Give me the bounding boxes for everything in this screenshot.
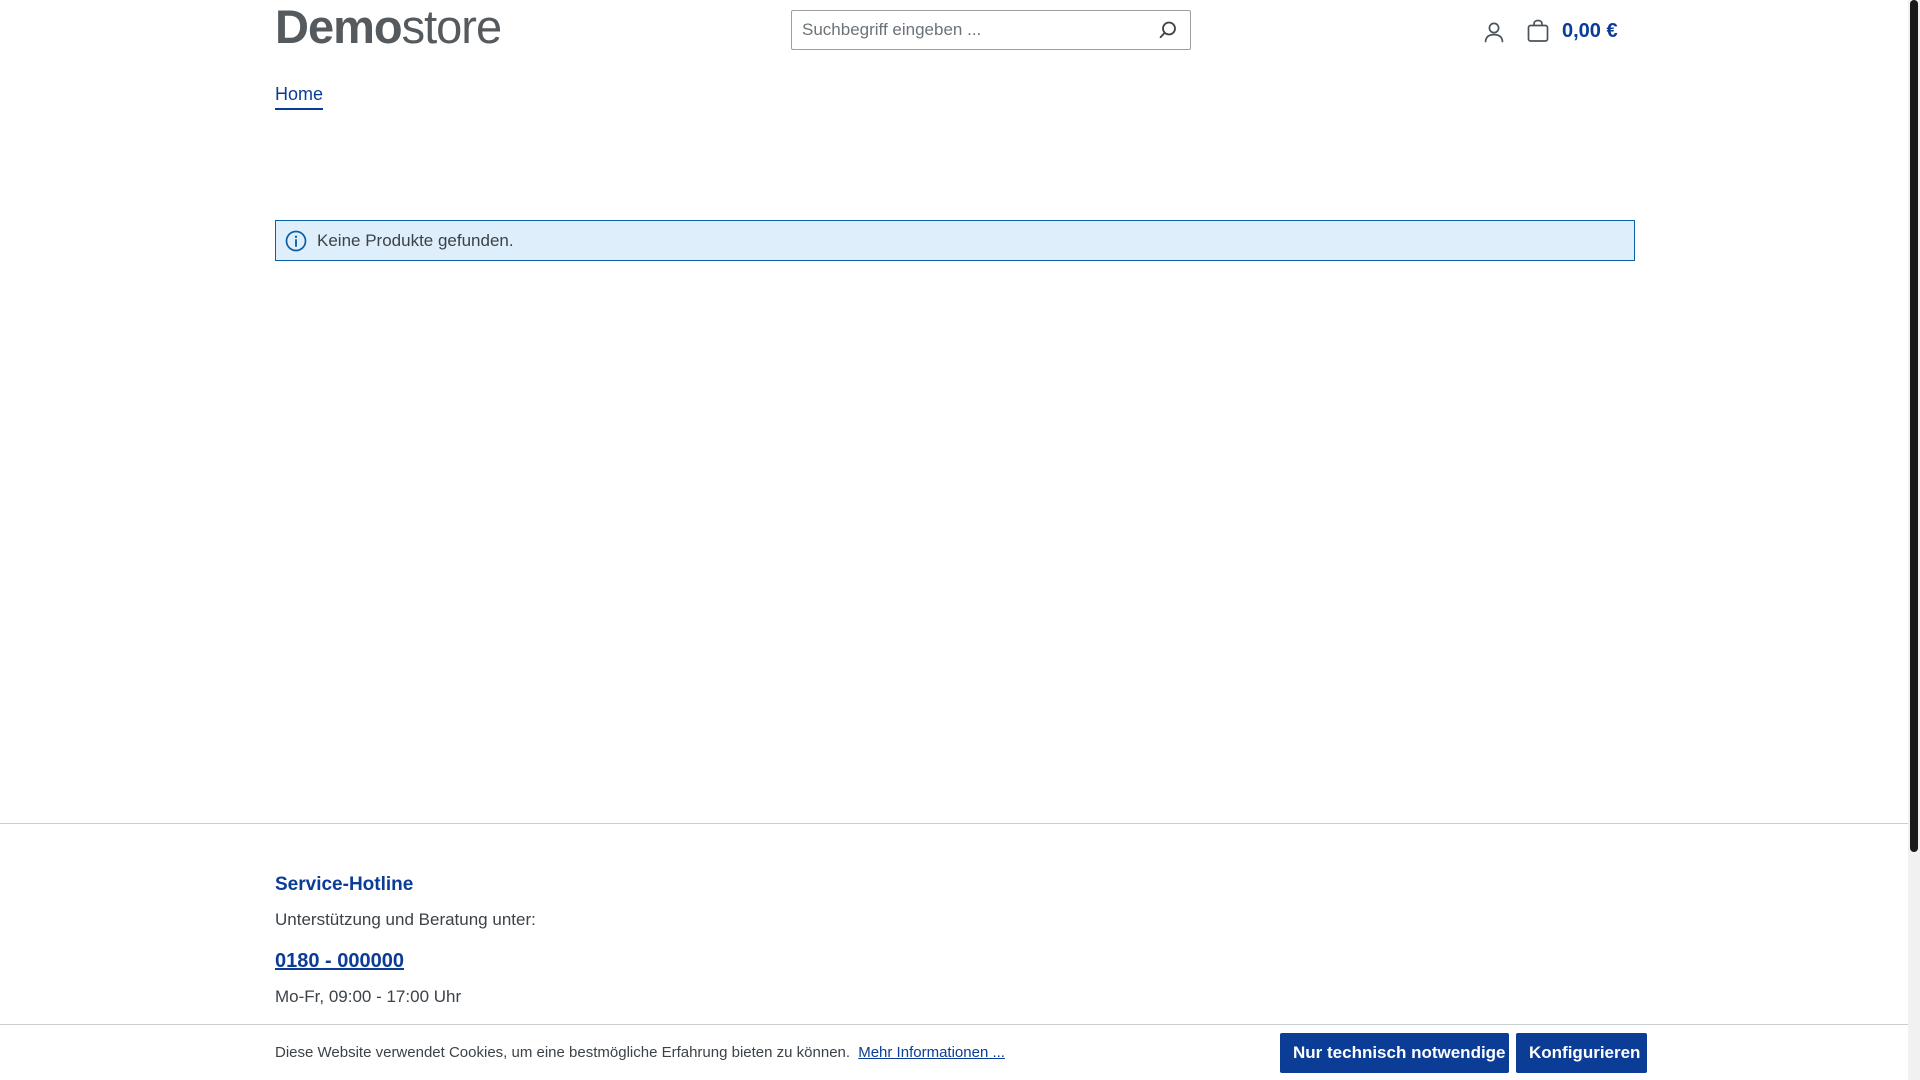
cookie-necessary-only-button[interactable]: Nur technisch notwendige bbox=[1280, 1033, 1509, 1073]
logo-light-text: store bbox=[401, 0, 502, 53]
user-icon bbox=[1484, 22, 1504, 43]
account-button[interactable] bbox=[1478, 16, 1510, 48]
breadcrumb: Home bbox=[275, 84, 324, 110]
scrollbar-thumb[interactable] bbox=[1910, 0, 1918, 852]
cookie-more-info-link[interactable]: Mehr Informationen ... bbox=[858, 1044, 1005, 1061]
info-circle-icon bbox=[284, 229, 308, 253]
header: Demostore 0,00 € bbox=[0, 0, 1908, 70]
store-logo[interactable]: Demostore bbox=[275, 0, 502, 53]
footer-divider bbox=[0, 823, 1908, 824]
hotline-phone-link[interactable]: 0180 - 000000 bbox=[275, 950, 404, 973]
info-alert: Keine Produkte gefunden. bbox=[275, 220, 1635, 261]
shopping-bag-icon bbox=[1527, 19, 1549, 42]
logo-bold-text: Demo bbox=[275, 0, 403, 53]
scrollbar-track[interactable] bbox=[1908, 0, 1920, 1080]
hotline-hours: Mo-Fr, 09:00 - 17:00 Uhr bbox=[275, 987, 462, 1006]
cart-button[interactable]: 0,00 € bbox=[1526, 14, 1618, 48]
search-form bbox=[791, 10, 1191, 50]
hotline-description: Unterstützung und Beratung unter: bbox=[275, 910, 536, 929]
cart-total: 0,00 € bbox=[1562, 19, 1618, 42]
search-icon bbox=[1159, 21, 1176, 39]
cookie-configure-button[interactable]: Konfigurieren bbox=[1516, 1033, 1647, 1073]
footer-service-hotline: Service-Hotline Unterstützung und Beratu… bbox=[275, 870, 536, 1007]
cookie-notice-text: Diese Website verwendet Cookies, um eine… bbox=[275, 1044, 851, 1061]
hotline-title: Service-Hotline bbox=[275, 874, 414, 895]
search-button[interactable] bbox=[1146, 11, 1190, 49]
cookie-notice: Diese Website verwendet Cookies, um eine… bbox=[275, 1044, 1005, 1061]
cookie-bar: Diese Website verwendet Cookies, um eine… bbox=[0, 1024, 1908, 1080]
breadcrumb-home-link[interactable]: Home bbox=[275, 84, 324, 110]
page: Demostore 0,00 € bbox=[0, 0, 1920, 1080]
alert-message: Keine Produkte gefunden. bbox=[317, 230, 514, 250]
search-input[interactable] bbox=[792, 11, 1146, 49]
